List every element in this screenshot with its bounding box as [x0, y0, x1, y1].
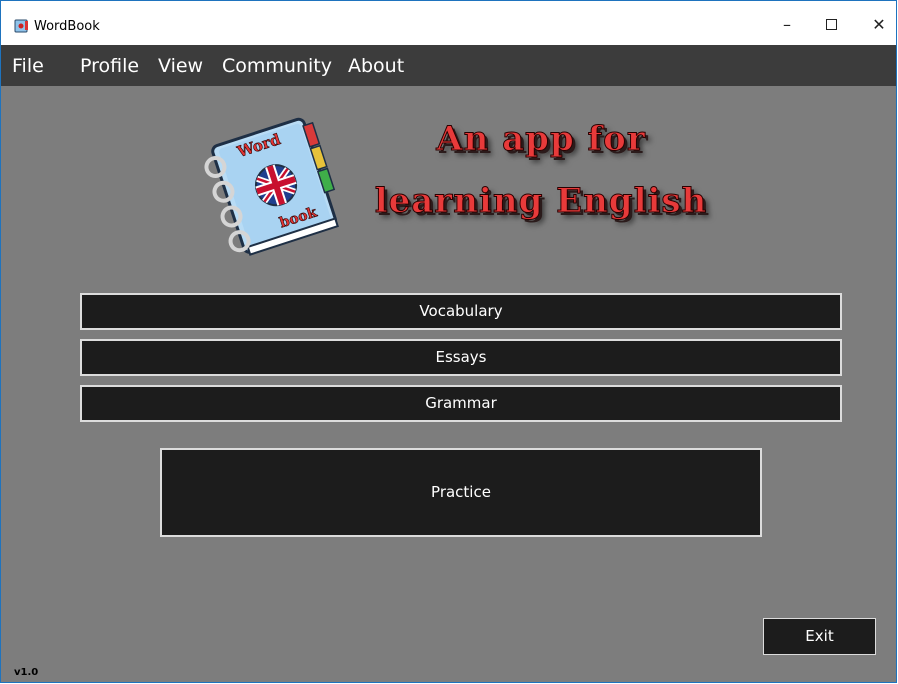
vocabulary-button[interactable]: Vocabulary [80, 293, 842, 330]
menu-view[interactable]: View [158, 54, 203, 78]
exit-button[interactable]: Exit [763, 618, 876, 655]
menu-file[interactable]: File [12, 54, 44, 78]
close-button[interactable]: ✕ [859, 9, 896, 41]
maximize-button[interactable] [811, 9, 851, 41]
maximize-icon [825, 19, 837, 30]
tagline-line-2: learning English [374, 181, 708, 222]
wordbook-logo: Word book [204, 117, 339, 256]
app-window: WordBook – ✕ File Profile View Community… [0, 0, 897, 683]
menu-profile[interactable]: Profile [80, 54, 139, 78]
window-title: WordBook [34, 19, 100, 34]
tagline-line-1: An app for [436, 119, 646, 160]
book-icon [14, 19, 28, 33]
practice-button[interactable]: Practice [160, 448, 762, 537]
essays-button[interactable]: Essays [80, 339, 842, 376]
version-label: v1.0 [14, 667, 39, 678]
menu-about[interactable]: About [348, 54, 404, 78]
title-bar[interactable]: WordBook – ✕ [1, 1, 896, 45]
grammar-button[interactable]: Grammar [80, 385, 842, 422]
menu-bar: File Profile View Community About [1, 45, 896, 86]
minimize-button[interactable]: – [767, 9, 807, 41]
menu-community[interactable]: Community [222, 54, 332, 78]
